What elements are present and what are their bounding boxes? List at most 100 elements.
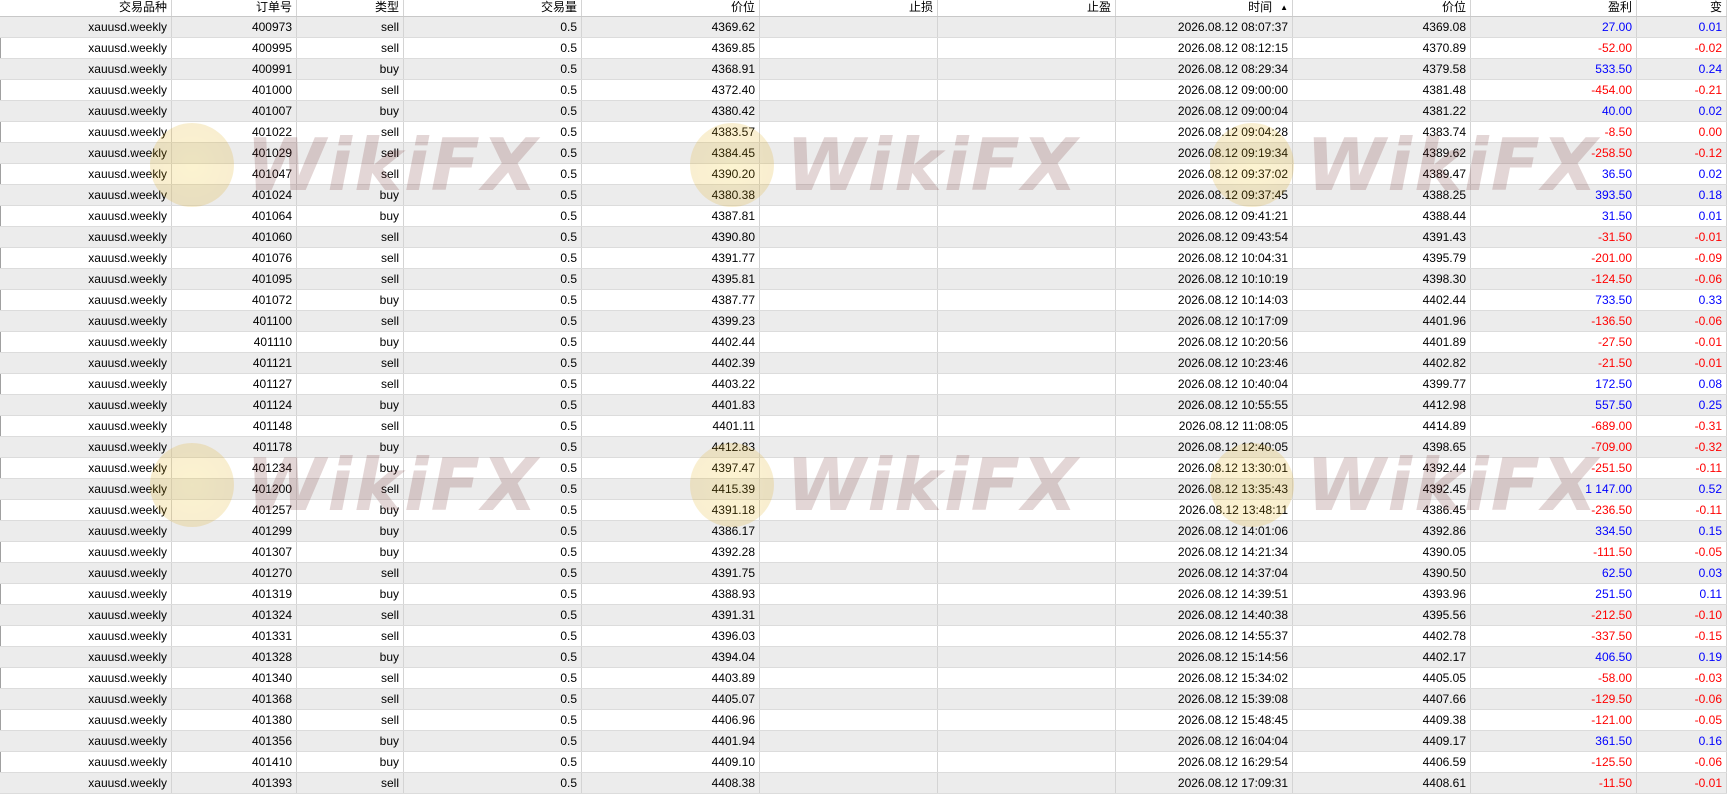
cell-change: 0.18 <box>1637 185 1727 205</box>
table-row[interactable]: xauusd.weekly 401064 buy 0.5 4387.81 2026.08.… <box>0 206 1727 227</box>
cell-price_open: 4401.83 <box>582 395 760 415</box>
table-row[interactable]: xauusd.weekly 401110 buy 0.5 4402.44 2026.08.… <box>0 332 1727 353</box>
table-row[interactable]: xauusd.weekly 401340 sell 0.5 4403.89 2026.08… <box>0 668 1727 689</box>
cell-price_close: 4392.86 <box>1293 521 1471 541</box>
table-row[interactable]: xauusd.weekly 401319 buy 0.5 4388.93 2026.08.… <box>0 584 1727 605</box>
cell-type: buy <box>297 752 404 772</box>
cell-profit: 406.50 <box>1471 647 1637 667</box>
table-row[interactable]: xauusd.weekly 401178 buy 0.5 4412.83 2026.08.… <box>0 437 1727 458</box>
cell-volume: 0.5 <box>404 80 582 100</box>
column-header-symbol[interactable]: 交易品种 <box>0 0 172 16</box>
table-row[interactable]: xauusd.weekly 401380 sell 0.5 4406.96 2026.08… <box>0 710 1727 731</box>
table-row[interactable]: xauusd.weekly 401024 buy 0.5 4380.38 2026.08.… <box>0 185 1727 206</box>
cell-price_open: 4403.89 <box>582 668 760 688</box>
cell-price_close: 4381.22 <box>1293 101 1471 121</box>
cell-change: 0.11 <box>1637 584 1727 604</box>
table-row[interactable]: xauusd.weekly 401328 buy 0.5 4394.04 2026.08.… <box>0 647 1727 668</box>
cell-price_close: 4389.47 <box>1293 164 1471 184</box>
sort-ascending-icon[interactable]: ▲ <box>1280 0 1288 15</box>
column-header-price_close[interactable]: 价位 <box>1293 0 1471 16</box>
table-row[interactable]: xauusd.weekly 401324 sell 0.5 4391.31 2026.08… <box>0 605 1727 626</box>
column-header-profit[interactable]: 盈利 <box>1471 0 1637 16</box>
cell-time: 2026.08.12 15:34:02 <box>1116 668 1293 688</box>
cell-order: 401148 <box>172 416 297 436</box>
cell-type: buy <box>297 332 404 352</box>
cell-order: 401072 <box>172 290 297 310</box>
cell-time: 2026.08.12 17:09:31 <box>1116 773 1293 793</box>
cell-type: sell <box>297 122 404 142</box>
table-row[interactable]: xauusd.weekly 401029 sell 0.5 4384.45 2026.08… <box>0 143 1727 164</box>
cell-sl <box>760 185 938 205</box>
cell-change: -0.06 <box>1637 752 1727 772</box>
cell-order: 401127 <box>172 374 297 394</box>
table-row[interactable]: xauusd.weekly 401200 sell 0.5 4415.39 2026.08… <box>0 479 1727 500</box>
cell-profit: -8.50 <box>1471 122 1637 142</box>
cell-volume: 0.5 <box>404 584 582 604</box>
table-row[interactable]: xauusd.weekly 401000 sell 0.5 4372.40 2026.08… <box>0 80 1727 101</box>
table-row[interactable]: xauusd.weekly 401299 buy 0.5 4386.17 2026.08.… <box>0 521 1727 542</box>
table-row[interactable]: xauusd.weekly 401060 sell 0.5 4390.80 2026.08… <box>0 227 1727 248</box>
cell-tp <box>938 752 1116 772</box>
cell-type: buy <box>297 542 404 562</box>
cell-time: 2026.08.12 11:08:05 <box>1116 416 1293 436</box>
table-row[interactable]: xauusd.weekly 400973 sell 0.5 4369.62 2026.08… <box>0 17 1727 38</box>
table-row[interactable]: xauusd.weekly 401393 sell 0.5 4408.38 2026.08… <box>0 773 1727 794</box>
column-header-sl[interactable]: 止损 <box>760 0 938 16</box>
cell-order: 401024 <box>172 185 297 205</box>
table-row[interactable]: xauusd.weekly 401022 sell 0.5 4383.57 2026.08… <box>0 122 1727 143</box>
column-header-label: 止盈 <box>1086 0 1111 14</box>
table-row[interactable]: xauusd.weekly 401270 sell 0.5 4391.75 2026.08… <box>0 563 1727 584</box>
cell-change: -0.05 <box>1637 542 1727 562</box>
table-row[interactable]: xauusd.weekly 401257 buy 0.5 4391.18 2026.08.… <box>0 500 1727 521</box>
table-row[interactable]: xauusd.weekly 401047 sell 0.5 4390.20 2026.08… <box>0 164 1727 185</box>
table-row[interactable]: xauusd.weekly 401076 sell 0.5 4391.77 2026.08… <box>0 248 1727 269</box>
table-row[interactable]: xauusd.weekly 400991 buy 0.5 4368.91 2026.08.… <box>0 59 1727 80</box>
table-row[interactable]: xauusd.weekly 401007 buy 0.5 4380.42 2026.08.… <box>0 101 1727 122</box>
cell-order: 401319 <box>172 584 297 604</box>
cell-time: 2026.08.12 16:29:54 <box>1116 752 1293 772</box>
column-header-volume[interactable]: 交易量 <box>404 0 582 16</box>
cell-order: 400995 <box>172 38 297 58</box>
table-row[interactable]: xauusd.weekly 401072 buy 0.5 4387.77 2026.08.… <box>0 290 1727 311</box>
column-header-type[interactable]: 类型 <box>297 0 404 16</box>
cell-tp <box>938 311 1116 331</box>
cell-time: 2026.08.12 10:20:56 <box>1116 332 1293 352</box>
table-row[interactable]: xauusd.weekly 401356 buy 0.5 4401.94 2026.08.… <box>0 731 1727 752</box>
table-row[interactable]: xauusd.weekly 401234 buy 0.5 4397.47 2026.08.… <box>0 458 1727 479</box>
cell-price_open: 4401.94 <box>582 731 760 751</box>
cell-symbol: xauusd.weekly <box>0 731 172 751</box>
cell-tp <box>938 101 1116 121</box>
cell-volume: 0.5 <box>404 290 582 310</box>
column-header-time[interactable]: 时间 ▲ <box>1116 0 1293 16</box>
cell-profit: 1 147.00 <box>1471 479 1637 499</box>
cell-tp <box>938 164 1116 184</box>
column-header-price_open[interactable]: 价位 <box>582 0 760 16</box>
table-row[interactable]: xauusd.weekly 400995 sell 0.5 4369.85 2026.08… <box>0 38 1727 59</box>
column-header-change[interactable]: 变 <box>1637 0 1727 16</box>
cell-order: 401234 <box>172 458 297 478</box>
table-row[interactable]: xauusd.weekly 401121 sell 0.5 4402.39 2026.08… <box>0 353 1727 374</box>
cell-order: 401356 <box>172 731 297 751</box>
table-row[interactable]: xauusd.weekly 401307 buy 0.5 4392.28 2026.08.… <box>0 542 1727 563</box>
cell-profit: -337.50 <box>1471 626 1637 646</box>
table-row[interactable]: xauusd.weekly 401095 sell 0.5 4395.81 2026.08… <box>0 269 1727 290</box>
cell-tp <box>938 248 1116 268</box>
table-row[interactable]: xauusd.weekly 401124 buy 0.5 4401.83 2026.08.… <box>0 395 1727 416</box>
cell-time: 2026.08.12 14:39:51 <box>1116 584 1293 604</box>
cell-volume: 0.5 <box>404 668 582 688</box>
table-row[interactable]: xauusd.weekly 401368 sell 0.5 4405.07 2026.08… <box>0 689 1727 710</box>
cell-volume: 0.5 <box>404 248 582 268</box>
cell-symbol: xauusd.weekly <box>0 458 172 478</box>
column-header-order[interactable]: 订单号 <box>172 0 297 16</box>
table-row[interactable]: xauusd.weekly 401127 sell 0.5 4403.22 2026.08… <box>0 374 1727 395</box>
table-row[interactable]: xauusd.weekly 401331 sell 0.5 4396.03 2026.08… <box>0 626 1727 647</box>
cell-price_close: 4407.66 <box>1293 689 1471 709</box>
cell-change: -0.03 <box>1637 668 1727 688</box>
cell-price_open: 4383.57 <box>582 122 760 142</box>
cell-tp <box>938 143 1116 163</box>
table-row[interactable]: xauusd.weekly 401100 sell 0.5 4399.23 2026.08… <box>0 311 1727 332</box>
cell-profit: -21.50 <box>1471 353 1637 373</box>
table-row[interactable]: xauusd.weekly 401410 buy 0.5 4409.10 2026.08.… <box>0 752 1727 773</box>
table-row[interactable]: xauusd.weekly 401148 sell 0.5 4401.11 2026.08… <box>0 416 1727 437</box>
column-header-tp[interactable]: 止盈 <box>938 0 1116 16</box>
